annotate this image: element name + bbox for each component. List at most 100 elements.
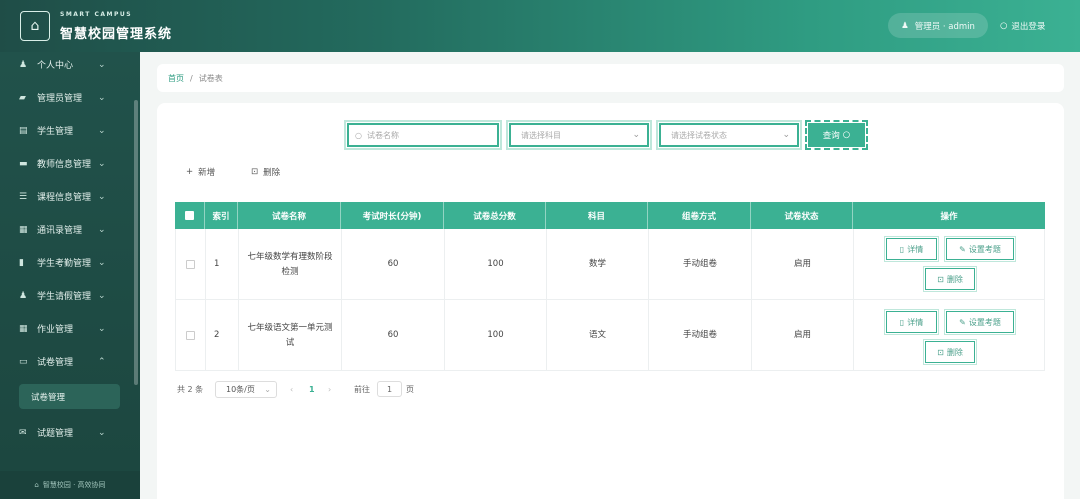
add-button[interactable]: + 新增 bbox=[186, 166, 215, 178]
select-all-cell[interactable] bbox=[175, 202, 205, 229]
chevron-down-icon: ⌄ bbox=[98, 257, 106, 268]
page-size-select[interactable]: 10条/页 ⌄ bbox=[215, 381, 277, 398]
power-icon: ○ bbox=[1000, 20, 1008, 31]
sidebar-item-label: 通讯录管理 bbox=[37, 226, 83, 236]
main-panel: ○ 试卷名称 请选择科目 ⌄ 请选择试卷状态 ⌄ 查询 ○ + 新增 ⊡ 删除 … bbox=[157, 103, 1064, 499]
goto-page-input[interactable]: 1 bbox=[377, 381, 402, 397]
course-icon: ☰ bbox=[19, 191, 28, 202]
col-actions: 操作 bbox=[940, 211, 958, 222]
user-icon: ♟ bbox=[19, 59, 28, 70]
paper-name-search-input[interactable]: ○ 试卷名称 bbox=[344, 120, 502, 150]
page-number-current[interactable]: 1 bbox=[309, 385, 315, 394]
monitor-icon: ▬ bbox=[19, 158, 28, 169]
chevron-up-icon: ⌃ bbox=[98, 356, 106, 367]
user-icon: ♟ bbox=[901, 20, 909, 31]
sidebar-item-label: 试题管理 bbox=[37, 429, 74, 439]
chevron-down-icon: ⌄ bbox=[782, 130, 790, 140]
detail-label: 详情 bbox=[907, 317, 924, 327]
cell-method: 手动组卷 bbox=[649, 300, 752, 371]
user-menu[interactable]: ♟ 管理员 · admin bbox=[888, 13, 988, 38]
query-button[interactable]: 查询 ○ bbox=[805, 120, 868, 150]
row-select-cell[interactable] bbox=[176, 300, 206, 371]
cell-status: 启用 bbox=[752, 300, 854, 371]
page-size-value: 10条/页 bbox=[226, 385, 255, 394]
sidebar-item-papers[interactable]: ▭ 试卷管理 ⌃ bbox=[0, 345, 140, 378]
delete-row-label: 删除 bbox=[946, 274, 963, 284]
sidebar-item-profile[interactable]: ♟ 个人中心 ⌄ bbox=[0, 52, 140, 81]
edit-icon: ✎ bbox=[959, 244, 966, 254]
sidebar-footer-text: 智慧校园 · 高效协同 bbox=[42, 481, 106, 489]
row-checkbox[interactable] bbox=[186, 260, 195, 269]
chevron-down-icon: ⌄ bbox=[98, 427, 106, 438]
prev-page-button[interactable]: ‹ bbox=[290, 385, 293, 394]
brand-subtitle: SMART CAMPUS bbox=[60, 11, 133, 18]
set-questions-button[interactable]: ✎ 设置考题 bbox=[944, 309, 1016, 335]
search-placeholder: 试卷名称 bbox=[366, 130, 399, 140]
chevron-down-icon: ⌄ bbox=[98, 158, 106, 169]
detail-button[interactable]: ▯ 详情 bbox=[884, 236, 939, 262]
row-checkbox[interactable] bbox=[186, 331, 195, 340]
add-label: 新增 bbox=[198, 168, 216, 178]
contacts-icon: ▦ bbox=[19, 224, 28, 235]
col-subject: 科目 bbox=[546, 202, 648, 229]
document-icon: ▯ bbox=[899, 244, 905, 254]
sidebar-item-questions[interactable]: ✉ 试题管理 ⌄ bbox=[0, 416, 140, 449]
sidebar-item-leave[interactable]: ♟ 学生请假管理 ⌄ bbox=[0, 279, 140, 312]
trash-icon: ⊡ bbox=[937, 347, 944, 357]
plus-icon: + bbox=[186, 167, 194, 177]
chevron-down-icon: ⌄ bbox=[98, 323, 106, 334]
status-select[interactable]: 请选择试卷状态 ⌄ bbox=[656, 120, 802, 150]
sidebar-subitem-papers[interactable]: 试卷管理 bbox=[19, 384, 120, 409]
next-page-button[interactable]: › bbox=[328, 385, 331, 394]
row-select-cell[interactable] bbox=[176, 229, 206, 300]
sidebar-item-label: 作业管理 bbox=[37, 325, 74, 335]
sidebar-item-students[interactable]: ▤ 学生管理 ⌄ bbox=[0, 114, 140, 147]
cell-duration: 60 bbox=[342, 229, 445, 300]
sidebar-item-courses[interactable]: ☰ 课程信息管理 ⌄ bbox=[0, 180, 140, 213]
sidebar-item-attendance[interactable]: ▮ 学生考勤管理 ⌄ bbox=[0, 246, 140, 279]
select-all-checkbox[interactable] bbox=[185, 211, 194, 220]
cell-name: 七年级数学有理数阶段 检测 bbox=[239, 229, 342, 300]
sidebar: ♟ 个人中心 ⌄ ▰ 管理员管理 ⌄ ▤ 学生管理 ⌄ ▬ 教师信息管理 ⌄ ☰… bbox=[0, 52, 140, 499]
table-header: 索引 试卷名称 考试时长(分钟) 试卷总分数 科目 组卷方式 试卷状态 操作 bbox=[175, 202, 1045, 229]
cell-name-line2: 试 bbox=[285, 337, 295, 348]
sidebar-item-label: 管理员管理 bbox=[37, 94, 83, 104]
logout-label: 退出登录 bbox=[1011, 21, 1046, 32]
table-row: 1 七年级数学有理数阶段 检测 60 100 数学 手动组卷 启用 ▯ 详情 ✎… bbox=[175, 229, 1045, 300]
delete-row-button[interactable]: ⊡ 删除 bbox=[923, 339, 977, 365]
delete-label: 删除 bbox=[263, 168, 281, 178]
brand-title: 智慧校园管理系统 bbox=[60, 27, 173, 42]
search-icon: ○ bbox=[355, 130, 362, 140]
col-name: 试卷名称 bbox=[238, 202, 341, 229]
cell-name-line1: 七年级数学有理数阶段 bbox=[247, 251, 333, 262]
delete-row-button[interactable]: ⊡ 删除 bbox=[923, 266, 977, 292]
status-placeholder: 请选择试卷状态 bbox=[671, 130, 727, 140]
subject-select[interactable]: 请选择科目 ⌄ bbox=[506, 120, 652, 150]
cell-method: 手动组卷 bbox=[649, 229, 752, 300]
chart-icon: ▮ bbox=[19, 257, 24, 268]
sidebar-item-teachers[interactable]: ▬ 教师信息管理 ⌄ bbox=[0, 147, 140, 180]
detail-button[interactable]: ▯ 详情 bbox=[884, 309, 939, 335]
sidebar-item-contacts[interactable]: ▦ 通讯录管理 ⌄ bbox=[0, 213, 140, 246]
pagination: 共 2 条 10条/页 ⌄ ‹ 1 › 前往 1 页 bbox=[177, 381, 414, 398]
cell-name-line2: 检测 bbox=[281, 266, 299, 277]
detail-label: 详情 bbox=[907, 244, 924, 254]
sidebar-scrollbar[interactable] bbox=[134, 100, 138, 385]
goto-prefix: 前往 bbox=[354, 385, 370, 394]
sidebar-item-label: 学生请假管理 bbox=[37, 292, 92, 302]
search-icon: ○ bbox=[842, 130, 851, 140]
sidebar-item-label: 学生管理 bbox=[37, 127, 74, 137]
logout-button[interactable]: ○ 退出登录 bbox=[1000, 13, 1045, 38]
chevron-down-icon: ⌄ bbox=[98, 92, 106, 103]
cell-name: 七年级语文第一单元测 试 bbox=[239, 300, 342, 371]
sidebar-item-admins[interactable]: ▰ 管理员管理 ⌄ bbox=[0, 81, 140, 114]
col-duration: 考试时长(分钟) bbox=[341, 202, 444, 229]
sidebar-item-homework[interactable]: ▦ 作业管理 ⌄ bbox=[0, 312, 140, 345]
set-questions-button[interactable]: ✎ 设置考题 bbox=[944, 236, 1016, 262]
batch-delete-button[interactable]: ⊡ 删除 bbox=[251, 166, 280, 178]
chevron-down-icon: ⌄ bbox=[98, 290, 106, 301]
breadcrumb-home[interactable]: 首页 bbox=[168, 73, 184, 84]
chevron-down-icon: ⌄ bbox=[98, 59, 106, 70]
goto-suffix: 页 bbox=[406, 385, 414, 394]
grid-icon: ▦ bbox=[19, 323, 28, 334]
